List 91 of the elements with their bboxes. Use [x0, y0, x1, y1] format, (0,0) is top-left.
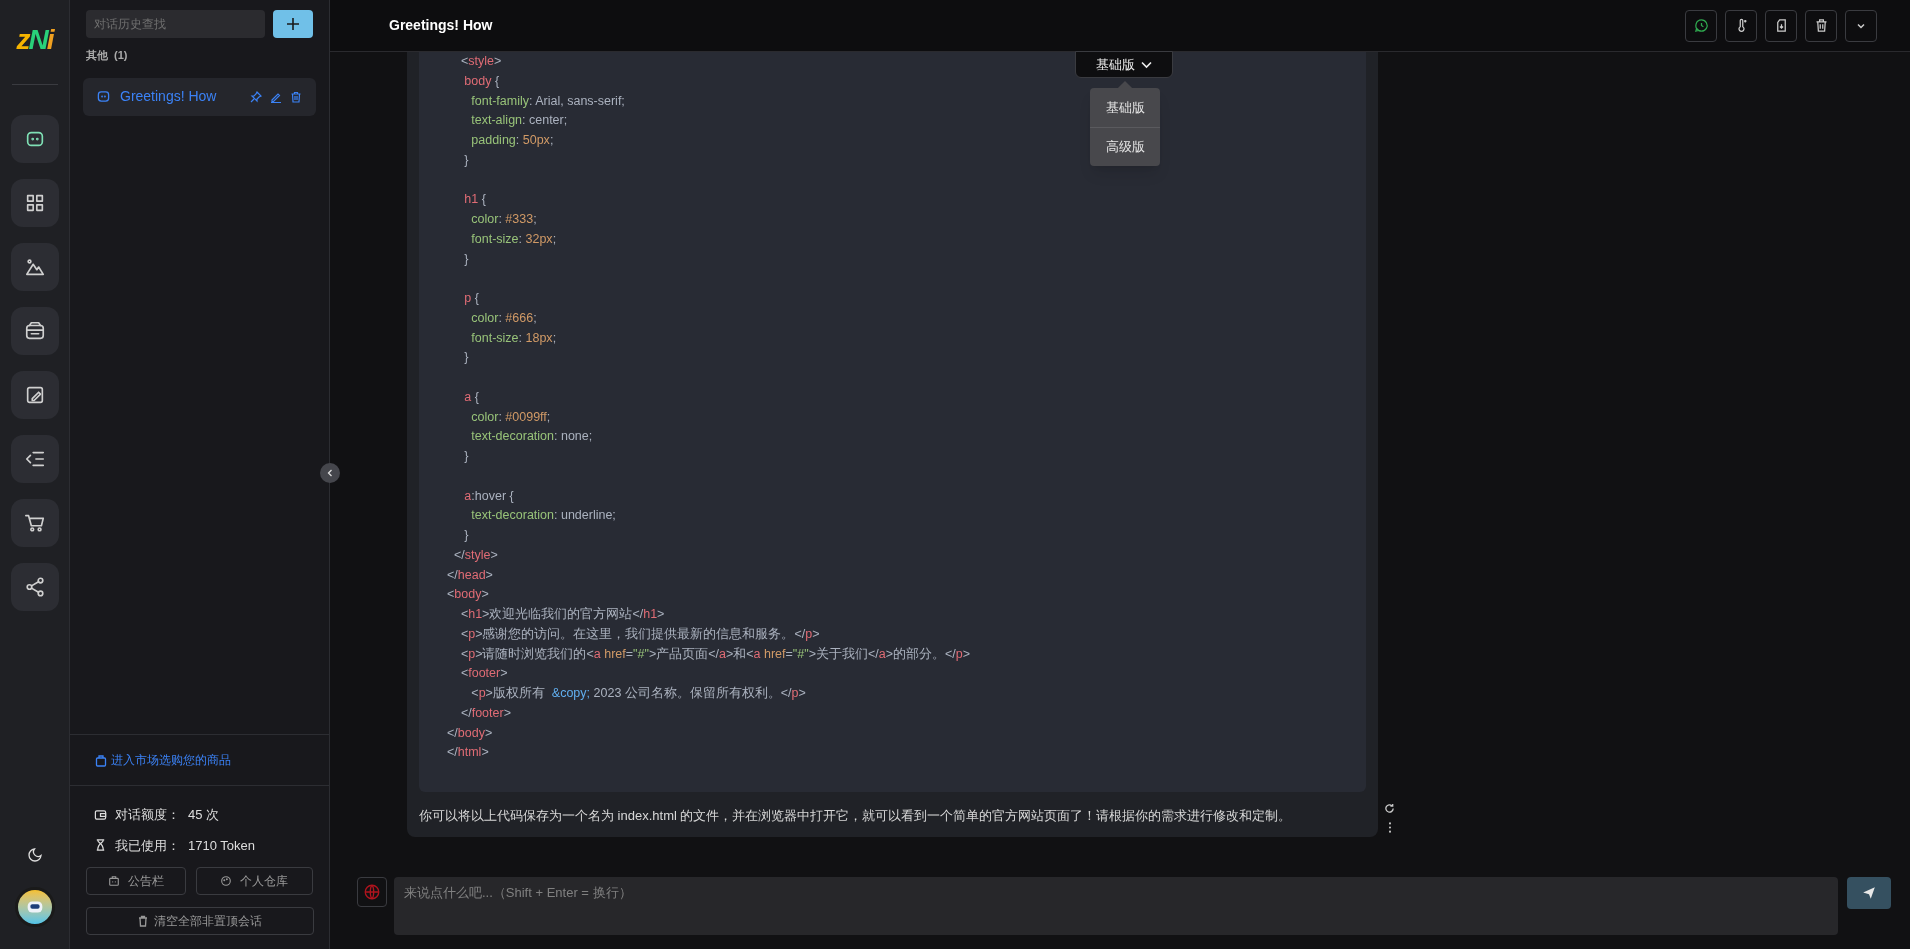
code-line: body { [463, 72, 500, 90]
refresh-icon[interactable] [1384, 803, 1395, 814]
logo: zNi [16, 23, 53, 57]
nav-button[interactable] [10, 563, 59, 611]
more-vertical-icon[interactable] [1387, 822, 1392, 833]
stat-label: 对话额度： [115, 806, 180, 824]
code-line: </html> [447, 744, 489, 762]
trash-icon [138, 915, 148, 927]
code-line: <p>请随时浏览我们的<a href="#">产品页面</a>和<a href="#">关于我们</a>的部分。</p> [459, 645, 970, 663]
history-button[interactable] [1685, 9, 1717, 42]
cart-icon [23, 512, 46, 534]
code-line: text-decoration: underline; [470, 507, 616, 525]
plus-icon [286, 17, 301, 31]
code-line: font-size: 18px; [470, 329, 557, 347]
store-icon [107, 875, 120, 887]
code-line: text-decoration: none; [470, 428, 593, 446]
code-line: text-align: center; [470, 112, 568, 130]
share-icon [23, 576, 46, 598]
chevron-down-icon [1141, 60, 1152, 69]
code-line: </style> [452, 546, 498, 564]
nav-button[interactable] [10, 243, 59, 291]
plugin-button[interactable] [357, 877, 387, 907]
menu-option[interactable]: 高级版 [1090, 127, 1160, 166]
code-line: } [463, 349, 469, 367]
wallet-icon [94, 807, 107, 822]
send-button[interactable] [1847, 877, 1891, 909]
add-button[interactable] [273, 10, 313, 38]
export-button[interactable] [1765, 9, 1797, 42]
code-line: font-family: Arial, sans-serif; [470, 92, 625, 110]
chat-title: Greetings! How [120, 87, 218, 106]
moon-icon[interactable] [26, 847, 43, 863]
hourglass-icon [94, 838, 107, 853]
group-count: (1) [114, 48, 128, 63]
code-line: padding: 50px; [470, 132, 554, 149]
code-line: } [463, 151, 469, 169]
version-dropdown[interactable]: 基础版 [1075, 51, 1173, 78]
nav-button[interactable] [10, 115, 59, 163]
code-line: <p>感谢您的访问。在这里，我们提供最新的信息和服务。</p> [459, 625, 820, 643]
nav-button[interactable] [10, 179, 59, 227]
chat-clock-icon [1693, 18, 1709, 33]
stat-value: 1710 Token [188, 836, 255, 855]
code-line: <body> [447, 586, 489, 604]
wallet-icon [23, 320, 46, 342]
code-line: font-size: 32px; [470, 230, 557, 248]
code-line: color: #666; [470, 309, 537, 327]
chat-title: Greetings! How [389, 16, 493, 35]
nav-button[interactable] [10, 307, 59, 355]
search-field[interactable]: 对话历史查找 [86, 10, 266, 38]
avatar[interactable] [14, 887, 55, 927]
nav-button[interactable] [10, 499, 59, 547]
code-line: p { [463, 290, 479, 307]
message-text: 你可以将以上代码保存为一个名为 index.html 的文件，并在浏览器中打开它，就可以看到一个简单的官方网站页面了！请根据你的需求进行修改和定制。 [419, 807, 1293, 825]
globe-icon [363, 883, 381, 901]
shopping-bag-icon [95, 753, 107, 767]
mountain-icon [23, 256, 46, 278]
code-line: <style> [459, 53, 502, 70]
clear-sessions-button[interactable]: 清空全部非置顶会话 [86, 907, 314, 935]
nav-button[interactable] [10, 435, 59, 483]
stat-label: 我已使用： [115, 836, 180, 855]
temperature-button[interactable] [1725, 9, 1757, 42]
market-link[interactable]: 进入市场选购您的商品 [95, 751, 231, 769]
code-line: } [463, 527, 469, 544]
menu-option[interactable]: 基础版 [1090, 88, 1160, 127]
nav-button[interactable] [10, 371, 59, 419]
code-line: } [463, 448, 469, 465]
code-line: } [463, 250, 469, 268]
code-line: a:hover { [463, 487, 514, 505]
chat-item[interactable]: Greetings! How [83, 77, 316, 116]
chevron-left-icon [326, 469, 334, 477]
code-line: <p>版权所有 &copy; 2023 公司名称。保留所有权利。</p> [470, 685, 806, 702]
message-input[interactable]: 来说点什么吧...（Shift + Enter = 换行） [394, 877, 1838, 935]
send-icon [1862, 886, 1876, 900]
collapse-sidebar-button[interactable] [320, 463, 340, 483]
trash-icon[interactable] [290, 90, 302, 103]
code-line: </body> [447, 724, 493, 742]
notice-board-button[interactable]: 公告栏 [86, 867, 186, 895]
repository-button[interactable]: 个人仓库 [195, 867, 313, 895]
code-line: <h1>欢迎光临我们的官方网站</h1> [459, 606, 665, 623]
code-line: </head> [447, 566, 493, 584]
code-line: a { [463, 388, 479, 406]
chat-icon [97, 90, 110, 103]
code-line: </footer> [459, 704, 511, 722]
stat-value: 45 次 [188, 806, 220, 824]
code-line: color: #333; [470, 211, 537, 228]
code-line: h1 { [463, 191, 486, 209]
pin-icon[interactable] [250, 90, 262, 103]
palette-icon [220, 875, 233, 887]
delete-button[interactable] [1805, 9, 1837, 42]
code-line: <footer> [459, 665, 508, 683]
code-line: color: #0099ff; [470, 408, 551, 426]
group-label: 其他 [86, 48, 108, 63]
